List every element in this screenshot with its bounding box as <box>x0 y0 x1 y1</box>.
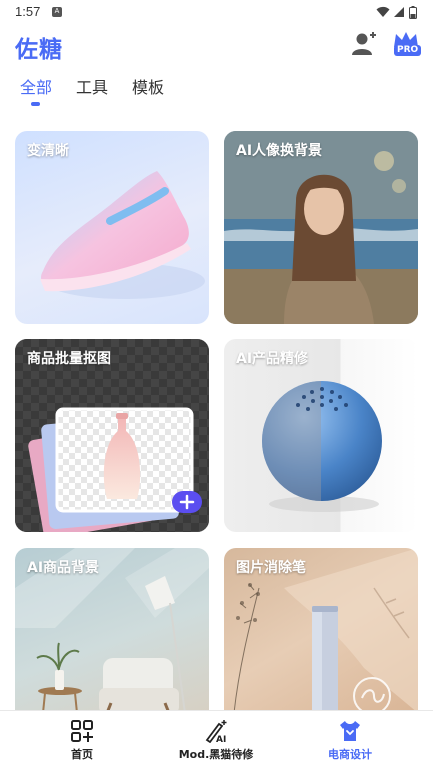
card-label: AI人像换背景 <box>236 143 323 159</box>
bottom-nav: 首页 AI Mod.黑猫待修 电商设计 <box>0 710 433 769</box>
nav-mod[interactable]: AI Mod.黑猫待修 <box>156 719 276 762</box>
grid-plus-icon <box>71 720 93 742</box>
card-image-eraser[interactable]: 图片消除笔 <box>224 548 418 713</box>
tab-tools[interactable]: 工具 <box>76 74 108 98</box>
card-ai-product-retouch[interactable]: AI产品精修 <box>224 339 418 532</box>
card-label: AI产品精修 <box>236 351 309 367</box>
card-ai-portrait-bg[interactable]: AI人像换背景 <box>224 131 418 324</box>
battery-icon <box>409 5 417 19</box>
tab-bar: 全部 工具 模板 <box>20 74 164 98</box>
card-label: AI商品背景 <box>27 560 100 576</box>
tshirt-icon <box>340 721 360 741</box>
card-label: 图片消除笔 <box>236 560 306 576</box>
card-ai-product-bg[interactable]: AI商品背景 <box>15 548 209 713</box>
card-label: 商品批量抠图 <box>27 351 111 367</box>
status-bar: 1:57 A <box>0 0 433 26</box>
nav-home[interactable]: 首页 <box>22 719 142 762</box>
card-label: 变清晰 <box>27 143 69 159</box>
app-title: 佐糖 <box>15 37 63 63</box>
tab-all[interactable]: 全部 <box>20 74 52 98</box>
pro-badge: PRO <box>394 45 422 56</box>
nav-home-label: 首页 <box>71 748 93 761</box>
nav-ecommerce-label: 电商设计 <box>328 748 372 761</box>
nav-ecommerce-design[interactable]: 电商设计 <box>290 719 410 762</box>
pro-button[interactable]: PRO <box>392 30 422 58</box>
ai-icon-text: AI <box>216 735 226 743</box>
tab-templates[interactable]: 模板 <box>132 74 164 98</box>
add-user-icon <box>352 32 376 55</box>
card-batch-cutout[interactable]: 商品批量抠图 <box>15 339 209 532</box>
status-icons <box>376 5 417 19</box>
magic-wand-ai-icon: AI <box>205 720 227 743</box>
status-time: 1:57 <box>15 4 41 19</box>
notification-icon: A <box>52 7 62 17</box>
user-button[interactable] <box>350 30 378 58</box>
signal-icon <box>394 7 404 17</box>
tab-indicator <box>31 102 40 106</box>
wifi-icon <box>376 6 390 17</box>
nav-mod-label: Mod.黑猫待修 <box>178 748 254 761</box>
card-enhance[interactable]: 变清晰 <box>15 131 209 324</box>
